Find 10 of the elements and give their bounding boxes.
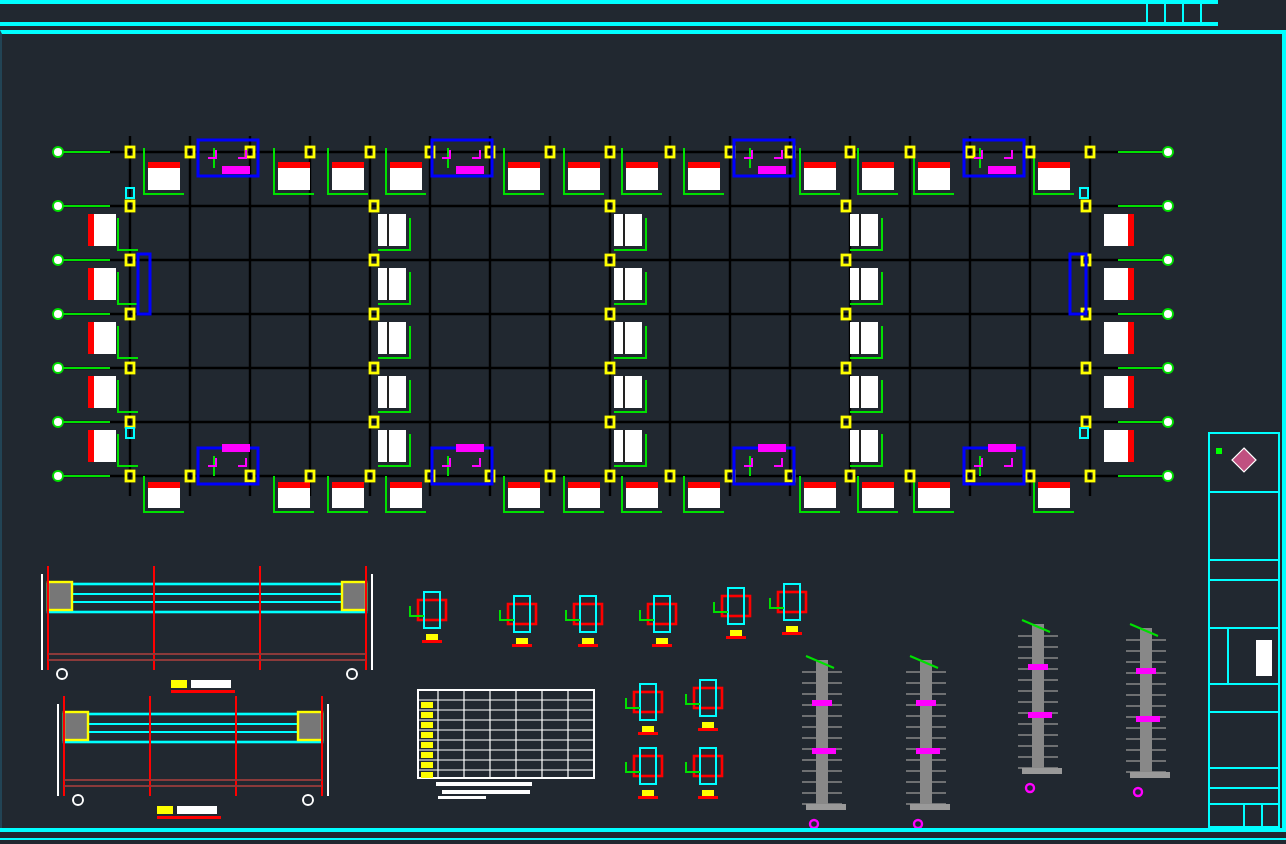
node-detail-drawing [639,595,678,647]
node-detail-drawing [685,679,724,731]
node-detail-drawing [713,587,752,639]
node-detail-drawing [685,747,724,799]
node-detail-drawing [565,595,604,647]
node-detail-drawing [625,747,664,799]
node-detail-drawing [625,683,664,735]
node-detail-drawing [499,595,538,647]
node-detail-drawing [409,591,448,643]
node-detail-drawing [769,583,808,635]
